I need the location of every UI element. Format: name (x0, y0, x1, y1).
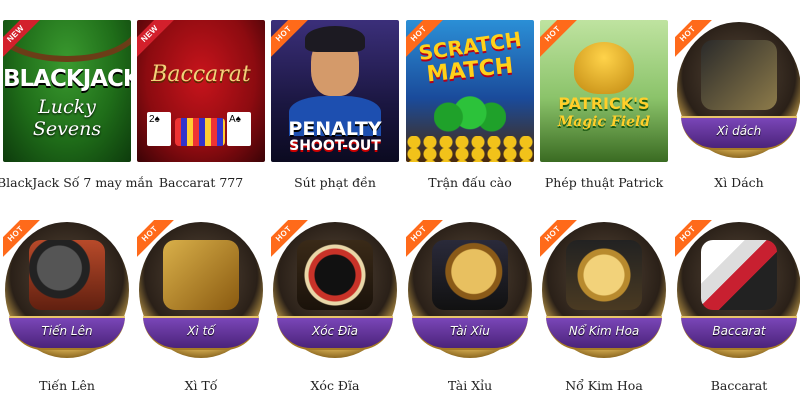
game-thumbnail[interactable]: Baccarat 2♠ A♠ NEW (137, 20, 265, 162)
chips-icon (175, 118, 225, 146)
game-title[interactable]: Nổ Kim Hoa (534, 378, 674, 393)
art-band-label: Xì dách (716, 124, 762, 138)
game-thumbnail[interactable]: Xóc Đĩa HOT (271, 220, 399, 362)
game-art: Baccarat 2♠ A♠ (137, 20, 265, 162)
dice-cup-icon (432, 240, 508, 310)
coins-icon (406, 136, 534, 162)
game-title[interactable]: Tiến Lên (0, 378, 137, 393)
bomb-icon (29, 240, 105, 310)
game-card-patricks-magic-field[interactable]: PATRICK'S Magic Field HOT Phép thuật Pat… (540, 20, 668, 190)
playing-cards-icon (701, 240, 777, 310)
money-bag-icon (434, 96, 506, 138)
art-band-label: Tài Xỉu (450, 324, 490, 338)
game-art: SCRATCH MATCH (406, 20, 534, 162)
game-title[interactable]: BlackJack Số 7 may mắn (0, 175, 153, 190)
game-thumbnail[interactable]: Baccarat HOT (675, 220, 800, 362)
game-title[interactable]: Phép thuật Patrick (534, 175, 674, 190)
game-thumbnail[interactable]: PENALTY SHOOT-OUT HOT (271, 20, 399, 162)
bowl-plate-icon (297, 240, 373, 310)
game-card-baccarat-777[interactable]: Baccarat 2♠ A♠ NEW Baccarat 777 (137, 20, 265, 190)
game-title[interactable]: Xì Dách (669, 175, 800, 190)
game-title[interactable]: Tài Xỉu (400, 378, 540, 393)
art-band-label: Baccarat (712, 324, 766, 338)
game-card-penalty-shootout[interactable]: PENALTY SHOOT-OUT HOT Sút phạt đền (271, 20, 399, 190)
golden-rose-icon (566, 240, 642, 310)
art-title: BLACKJACK (3, 66, 131, 92)
game-thumbnail[interactable]: Xì tố HOT (137, 220, 265, 362)
game-title[interactable]: Xóc Đĩa (265, 378, 405, 393)
game-card-xi-dach[interactable]: Xì dách HOT Xì Dách (675, 20, 800, 190)
art-band-label: Tiến Lên (41, 324, 93, 338)
playing-card-icon: A♠ (227, 112, 251, 146)
game-card-xi-to[interactable]: Xì tố HOT Xì Tố (137, 220, 265, 393)
game-art: PENALTY SHOOT-OUT (271, 20, 399, 162)
art-band-label: Xì tố (187, 324, 215, 338)
game-card-xoc-dia[interactable]: Xóc Đĩa HOT Xóc Đĩa (271, 220, 399, 393)
art-band-label: Nổ Kim Hoa (568, 324, 640, 338)
art-band-label: Xóc Đĩa (312, 324, 358, 338)
game-grid: BLACKJACK Lucky Sevens NEW BlackJack Số … (0, 0, 800, 400)
game-card-tien-len[interactable]: Tiến Lên HOT Tiến Lên (3, 220, 131, 393)
crown-icon (163, 240, 239, 310)
game-title[interactable]: Xì Tố (131, 378, 271, 393)
game-card-tai-xiu[interactable]: Tài Xỉu HOT Tài Xỉu (406, 220, 534, 393)
game-card-scratch-match[interactable]: SCRATCH MATCH HOT Trận đấu cào (406, 20, 534, 190)
art-title: PENALTY (288, 118, 382, 140)
game-art: BLACKJACK Lucky Sevens (3, 20, 131, 162)
art-title: Baccarat (151, 62, 251, 87)
playing-card-icon: 2♠ (147, 112, 171, 146)
gold-pot-icon (574, 42, 634, 94)
art-subtitle: Magic Field (557, 114, 651, 130)
game-thumbnail[interactable]: SCRATCH MATCH HOT (406, 20, 534, 162)
game-art: PATRICK'S Magic Field (540, 20, 668, 162)
game-thumbnail[interactable]: BLACKJACK Lucky Sevens NEW (3, 20, 131, 162)
game-title[interactable]: Sút phạt đền (265, 175, 405, 190)
game-thumbnail[interactable]: Tài Xỉu HOT (406, 220, 534, 362)
art-title: PATRICK'S (558, 94, 650, 113)
game-card-baccarat[interactable]: Baccarat HOT Baccarat (675, 220, 800, 393)
game-thumbnail[interactable]: PATRICK'S Magic Field HOT (540, 20, 668, 162)
art-subtitle: Lucky Sevens (32, 96, 102, 140)
cards-icon (701, 40, 777, 110)
game-title[interactable]: Baccarat (669, 378, 800, 393)
game-thumbnail[interactable]: Xì dách HOT (675, 20, 800, 162)
game-title[interactable]: Baccarat 777 (131, 175, 271, 190)
game-thumbnail[interactable]: Nổ Kim Hoa HOT (540, 220, 668, 362)
game-card-blackjack-lucky-sevens[interactable]: BLACKJACK Lucky Sevens NEW BlackJack Số … (0, 20, 153, 190)
art-subtitle: SHOOT-OUT (289, 138, 381, 154)
game-title[interactable]: Trận đấu cào (400, 175, 540, 190)
game-card-no-kim-hoa[interactable]: Nổ Kim Hoa HOT Nổ Kim Hoa (540, 220, 668, 393)
game-thumbnail[interactable]: Tiến Lên HOT (3, 220, 131, 362)
